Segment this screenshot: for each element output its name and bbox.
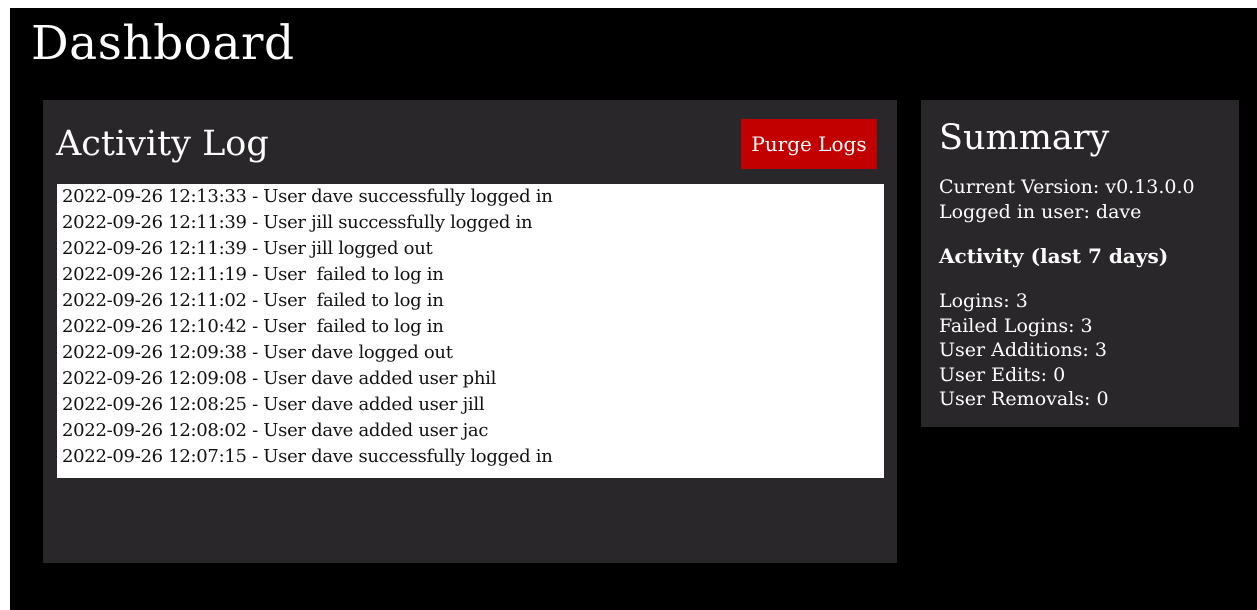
- failed-logins-stat: Failed Logins: 3: [939, 314, 1093, 337]
- log-entry: 2022-09-26 12:09:38 - User dave logged o…: [62, 342, 453, 363]
- summary-info: Current Version: v0.13.0.0 Logged in use…: [939, 175, 1195, 225]
- summary-panel: Summary Current Version: v0.13.0.0 Logge…: [921, 100, 1239, 427]
- purge-logs-button[interactable]: Purge Logs: [741, 119, 877, 169]
- activity-summary-heading: Activity (last 7 days): [939, 244, 1169, 268]
- log-entry: 2022-09-26 12:07:15 - User dave successf…: [62, 446, 553, 467]
- logged-in-user-text: Logged in user: dave: [939, 201, 1142, 223]
- log-entry-list: 2022-09-26 12:13:33 - User dave successf…: [62, 184, 884, 470]
- current-version-text: Current Version: v0.13.0.0: [939, 176, 1195, 198]
- log-entry: 2022-09-26 12:11:39 - User jill successf…: [62, 212, 533, 233]
- log-entry: 2022-09-26 12:08:02 - User dave added us…: [62, 420, 489, 441]
- log-entry: 2022-09-26 12:09:08 - User dave added us…: [62, 368, 497, 389]
- log-entry: 2022-09-26 12:11:19 - User failed to log…: [62, 264, 444, 285]
- activity-stats: Logins: 3 Failed Logins: 3 User Addition…: [939, 289, 1109, 412]
- activity-log-title: Activity Log: [56, 124, 269, 164]
- activity-log-panel: Activity Log Purge Logs 2022-09-26 12:13…: [43, 100, 897, 563]
- log-entry: 2022-09-26 12:10:42 - User failed to log…: [62, 316, 444, 337]
- dashboard-screen: Dashboard Activity Log Purge Logs 2022-0…: [10, 8, 1257, 610]
- logins-stat: Logins: 3: [939, 290, 1028, 312]
- log-entry: 2022-09-26 12:08:25 - User dave added us…: [62, 394, 485, 415]
- log-entry: 2022-09-26 12:13:33 - User dave successf…: [62, 186, 553, 207]
- user-additions-stat: User Additions: 3: [939, 339, 1107, 361]
- activity-log-box[interactable]: 2022-09-26 12:13:33 - User dave successf…: [57, 184, 884, 478]
- log-entry: 2022-09-26 12:11:02 - User failed to log…: [62, 290, 444, 311]
- log-entry: 2022-09-26 12:11:39 - User jill logged o…: [62, 238, 433, 259]
- user-removals-stat: User Removals: 0: [939, 388, 1109, 410]
- summary-title: Summary: [939, 118, 1110, 158]
- page-title: Dashboard: [31, 16, 295, 71]
- user-edits-stat: User Edits: 0: [939, 363, 1066, 386]
